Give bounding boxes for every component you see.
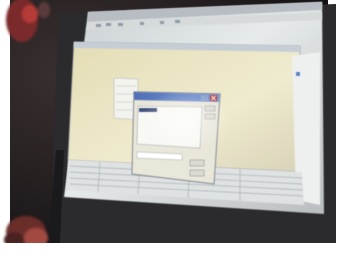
dialog-cancel-button[interactable] <box>189 169 205 177</box>
photo <box>0 0 338 253</box>
blue-marker <box>296 72 300 76</box>
dialog-ok-button[interactable] <box>189 159 205 167</box>
bottom-margin <box>0 243 338 253</box>
screen-glare <box>140 90 230 150</box>
monitor-photo <box>0 0 338 253</box>
